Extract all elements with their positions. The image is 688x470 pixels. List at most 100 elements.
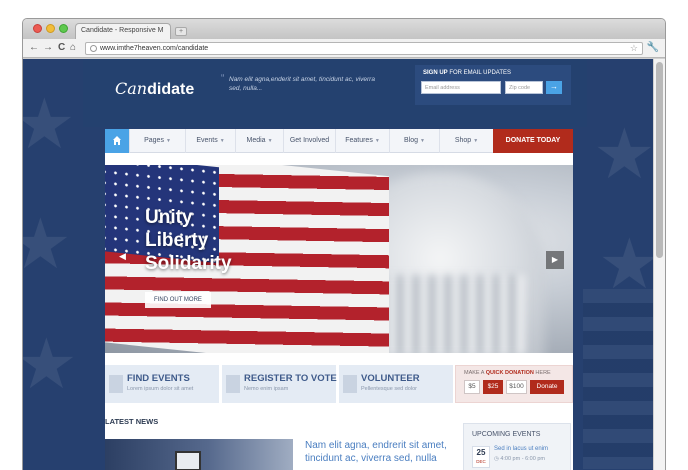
signup-title-rest: FOR EMAIL UPDATES [447, 70, 512, 76]
quick-donation-title: MAKE A QUICK DONATION HERE [464, 370, 551, 376]
event-time-text: 4:00 pm - 6:00 pm [500, 456, 545, 462]
nav-item-label: Blog [404, 137, 419, 144]
calendar-icon [109, 375, 123, 393]
zip-code-field[interactable]: Zip code [505, 81, 543, 94]
email-field[interactable]: Email address [421, 81, 501, 94]
nav-item-label: Features [345, 137, 373, 144]
feature-title: FIND EVENTS [127, 373, 190, 384]
news-image[interactable] [105, 439, 293, 470]
reload-icon[interactable]: C [58, 42, 65, 54]
donation-title-post: HERE [533, 370, 551, 376]
event-day: 25 [476, 448, 486, 457]
nav-item-events[interactable]: Events ▼ [185, 129, 235, 153]
slider-prev-icon[interactable]: ◀ [119, 251, 126, 262]
vertical-scrollbar[interactable] [653, 59, 665, 470]
event-time: ◷ 4:00 pm - 6:00 pm [494, 456, 545, 462]
person-icon [343, 375, 357, 393]
hero-slider: Unity Liberty Solidarity FIND OUT MORE ◀… [105, 165, 573, 353]
chevron-down-icon: ▼ [219, 138, 225, 144]
nav-item-label: Get Involved [289, 137, 330, 144]
signup-title: SIGN UP FOR EMAIL UPDATES [423, 70, 511, 76]
quick-donation-box: MAKE A QUICK DONATION HERE $5 $25 $100 D… [455, 365, 573, 403]
website: Candidate “ Nam elit agna,enderit sit am… [83, 59, 587, 470]
feature-subtitle: Lorem ipsum dolor sit amet [127, 386, 194, 392]
browser-window: Candidate - Responsive M + ← → C ⌂ www.i… [22, 18, 666, 470]
site-logo[interactable]: Candidate [115, 79, 194, 99]
main-nav: Pages ▼ Events ▼ Media ▼ Get Involved Featu… [105, 129, 573, 153]
scrollbar-thumb[interactable] [656, 62, 663, 258]
chevron-down-icon: ▼ [374, 138, 380, 144]
nav-item-label: Pages [144, 137, 164, 144]
browser-tab-title: Candidate - Responsive M [81, 27, 164, 34]
address-bar-text: www.imthe7heaven.com/candidate [100, 45, 209, 52]
nav-item-pages[interactable]: Pages ▼ [129, 129, 185, 153]
find-out-more-button[interactable]: FIND OUT MORE [145, 292, 211, 308]
home-icon [113, 136, 121, 145]
donation-amount-5[interactable]: $5 [464, 380, 480, 394]
background-star-icon: ★ [23, 209, 72, 279]
logo-script-text: Can [115, 79, 148, 98]
logo-bold-text: didate [147, 81, 195, 98]
upcoming-events-heading: UPCOMING EVENTS [472, 431, 541, 438]
browser-tab[interactable]: Candidate - Responsive M [75, 23, 171, 39]
new-tab-button[interactable]: + [175, 27, 187, 36]
nav-home-button[interactable] [105, 129, 129, 153]
feature-title: REGISTER TO VOTE [244, 373, 337, 384]
feature-subtitle: Pellentesque sed dolor [361, 386, 417, 392]
wrench-icon[interactable]: 🔧 [647, 42, 659, 53]
donation-title-bold: QUICK DONATION [485, 370, 534, 376]
hero-headline-line: Solidarity [145, 253, 232, 274]
nav-item-label: Events [196, 137, 218, 144]
background-star-icon: ★ [593, 115, 655, 193]
hero-headline-line: Unity [145, 207, 193, 228]
nav-item-label: Shop [454, 137, 472, 144]
nav-item-get-involved[interactable]: Get Involved [283, 129, 335, 153]
feature-subtitle: Nemo enim ipsam [244, 386, 289, 392]
hero-headline-line: Liberty [145, 230, 209, 251]
zoom-window-button[interactable] [59, 24, 68, 33]
donation-amount-100[interactable]: $100 [506, 380, 527, 394]
background-stripes [583, 289, 655, 469]
home-icon[interactable]: ⌂ [70, 42, 76, 54]
chevron-down-icon: ▼ [267, 138, 273, 144]
event-month: DEC [476, 459, 486, 464]
page-icon [90, 45, 97, 52]
donation-amount-25[interactable]: $25 [483, 380, 503, 394]
address-bar[interactable]: www.imthe7heaven.com/candidate ☆ [85, 42, 643, 55]
latest-news-heading: LATEST NEWS [105, 417, 159, 426]
main-content: Unity Liberty Solidarity FIND OUT MORE ◀… [105, 153, 573, 470]
title-bar: Candidate - Responsive M + [23, 19, 665, 39]
back-icon[interactable]: ← [29, 42, 39, 54]
minimize-window-button[interactable] [46, 24, 55, 33]
quote-icon: “ [221, 73, 225, 84]
chevron-down-icon: ▼ [420, 138, 425, 144]
slider-next-icon[interactable]: ▶ [546, 251, 564, 269]
volunteer-block[interactable]: VOLUNTEER Pellentesque sed dolor [339, 365, 453, 403]
bookmark-star-icon[interactable]: ☆ [630, 43, 638, 54]
background-star-icon: ★ [23, 329, 78, 399]
nav-item-blog[interactable]: Blog ▼ [389, 129, 439, 153]
background-star-icon: ★ [23, 89, 76, 159]
signup-title-bold: SIGN UP [423, 70, 448, 76]
register-to-vote-block[interactable]: REGISTER TO VOTE Nemo enim ipsam [222, 365, 337, 403]
donate-today-button[interactable]: DONATE TODAY [493, 129, 573, 153]
browser-toolbar: ← → C ⌂ www.imthe7heaven.com/candidate ☆… [23, 39, 665, 58]
signup-submit-button[interactable]: → [546, 81, 562, 94]
news-title-link[interactable]: Nam elit agna, endrerit sit amet, tincid… [305, 439, 455, 465]
page-viewport: ★ ★ ★ ★ ★ Candidate “ Nam elit agna,ende… [23, 59, 655, 470]
header-tagline: Nam elit agna,enderit sit amet, tincidun… [229, 76, 375, 92]
donate-button[interactable]: Donate [530, 380, 564, 394]
nav-item-features[interactable]: Features ▼ [335, 129, 389, 153]
upcoming-events-widget: UPCOMING EVENTS 25 DEC Sed in lacus ut e… [463, 423, 571, 470]
find-events-block[interactable]: FIND EVENTS Lorem ipsum dolor sit amet [105, 365, 219, 403]
nav-item-shop[interactable]: Shop ▼ [439, 129, 493, 153]
nav-item-media[interactable]: Media ▼ [235, 129, 283, 153]
donation-title-pre: MAKE A [464, 370, 486, 376]
forward-icon[interactable]: → [43, 42, 53, 54]
feature-title: VOLUNTEER [361, 373, 420, 384]
close-window-button[interactable] [33, 24, 42, 33]
event-title-link[interactable]: Sed in lacus ut enim [494, 446, 548, 452]
tablet-image [175, 451, 201, 470]
chevron-down-icon: ▼ [473, 138, 479, 144]
nav-item-label: Media [246, 137, 266, 144]
